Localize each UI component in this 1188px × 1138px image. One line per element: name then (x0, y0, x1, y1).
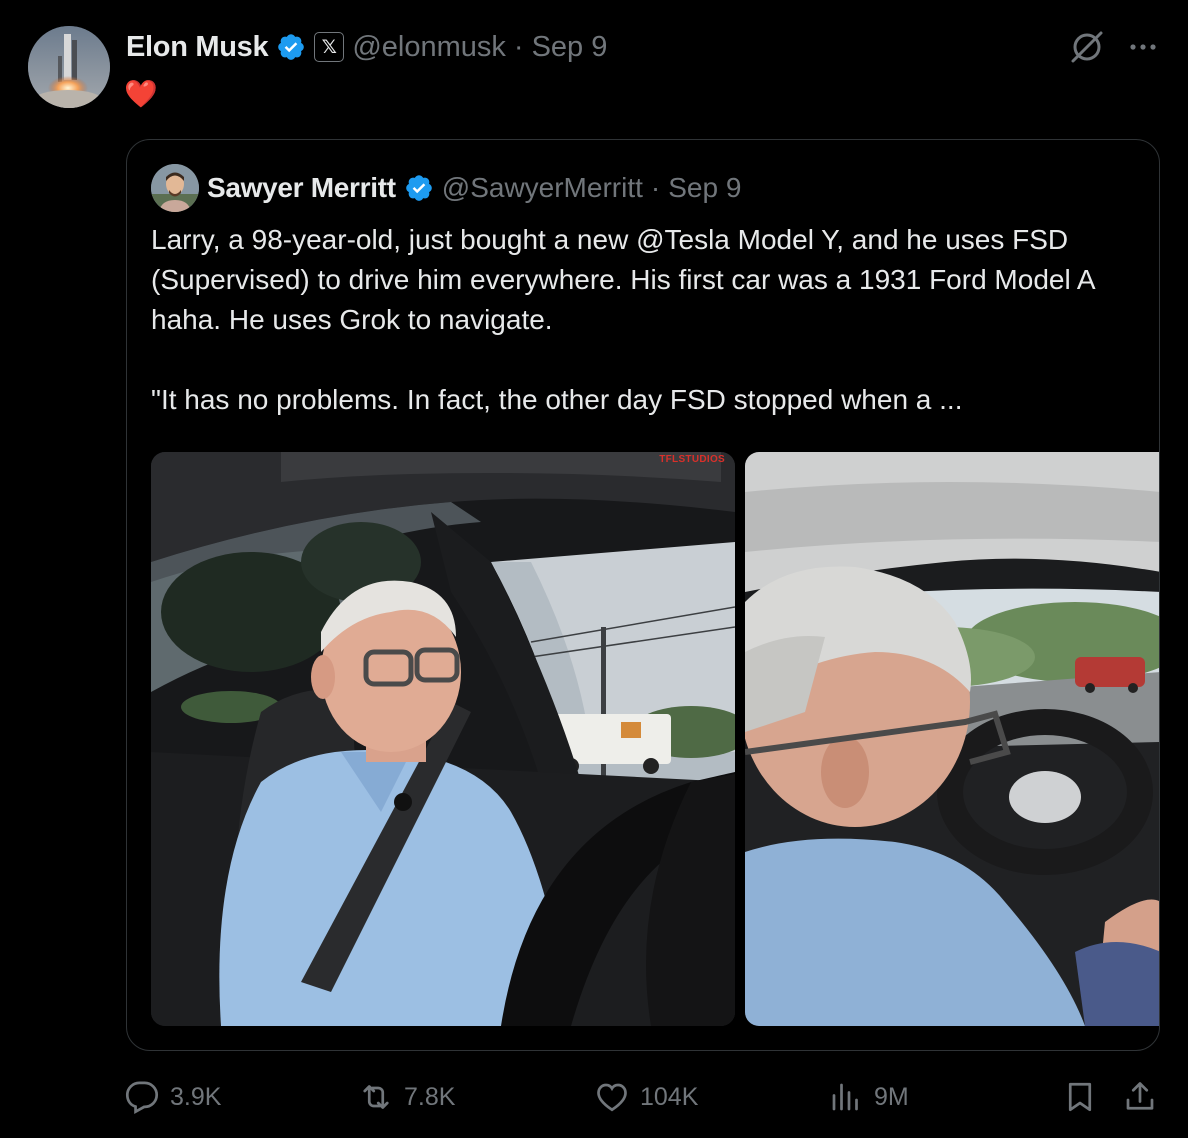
media-gallery: TFLSTUDIOS (151, 452, 1159, 1026)
media-image-2[interactable] (745, 452, 1159, 1026)
views-icon (832, 1083, 858, 1111)
media-image-1[interactable]: TFLSTUDIOS (151, 452, 735, 1026)
repost-button[interactable]: 7.8K (358, 1074, 455, 1120)
separator: · (513, 30, 524, 63)
quoted-header: Sawyer Merritt @SawyerMerritt · Sep 9 (207, 168, 741, 208)
media-watermark: TFLSTUDIOS (659, 454, 725, 465)
bookmark-button[interactable] (1062, 1074, 1098, 1120)
like-button[interactable]: 104K (594, 1074, 698, 1120)
author-handle[interactable]: @elonmusk (352, 31, 506, 64)
tweet-time[interactable]: Sep 9 (532, 31, 608, 64)
verified-icon (405, 175, 432, 201)
views-button[interactable]: 9M (828, 1074, 909, 1120)
views-count: 9M (874, 1082, 909, 1111)
affiliate-badge[interactable]: 𝕏 (314, 32, 345, 62)
quoted-tweet[interactable]: Sawyer Merritt @SawyerMerritt · Sep 9 La… (126, 139, 1160, 1051)
author-name[interactable]: Elon Musk (126, 31, 269, 64)
repost-icon (363, 1085, 389, 1109)
share-button[interactable] (1122, 1074, 1158, 1120)
verified-icon (278, 34, 305, 60)
bookmark-icon (1068, 1082, 1092, 1112)
quoted-handle[interactable]: @SawyerMerritt (442, 172, 643, 204)
grok-icon[interactable] (1068, 28, 1106, 66)
quoted-time[interactable]: Sep 9 (668, 172, 741, 204)
share-icon (1126, 1082, 1154, 1110)
quoted-text: Larry, a 98-year-old, just bought a new … (151, 224, 1095, 415)
author-avatar[interactable] (28, 26, 110, 108)
quoted-avatar[interactable] (151, 164, 199, 212)
separator: · (650, 172, 661, 203)
reply-icon (125, 1081, 159, 1115)
reply-button[interactable]: 3.9K (124, 1074, 221, 1120)
tweet[interactable]: Elon Musk 𝕏 @elonmusk · Sep 9 ❤️ Sawyer … (0, 0, 1188, 1138)
action-bar: 3.9K 7.8K 104K 9M (124, 1074, 1164, 1120)
tweet-text: ❤️ (124, 79, 158, 109)
like-icon (597, 1083, 627, 1112)
repost-count: 7.8K (404, 1082, 456, 1111)
reply-count: 3.9K (170, 1082, 222, 1111)
like-count: 104K (640, 1082, 699, 1111)
author-header: Elon Musk 𝕏 @elonmusk · Sep 9 (126, 28, 607, 66)
more-icon[interactable] (1124, 28, 1162, 66)
quoted-author-name[interactable]: Sawyer Merritt (207, 172, 396, 204)
